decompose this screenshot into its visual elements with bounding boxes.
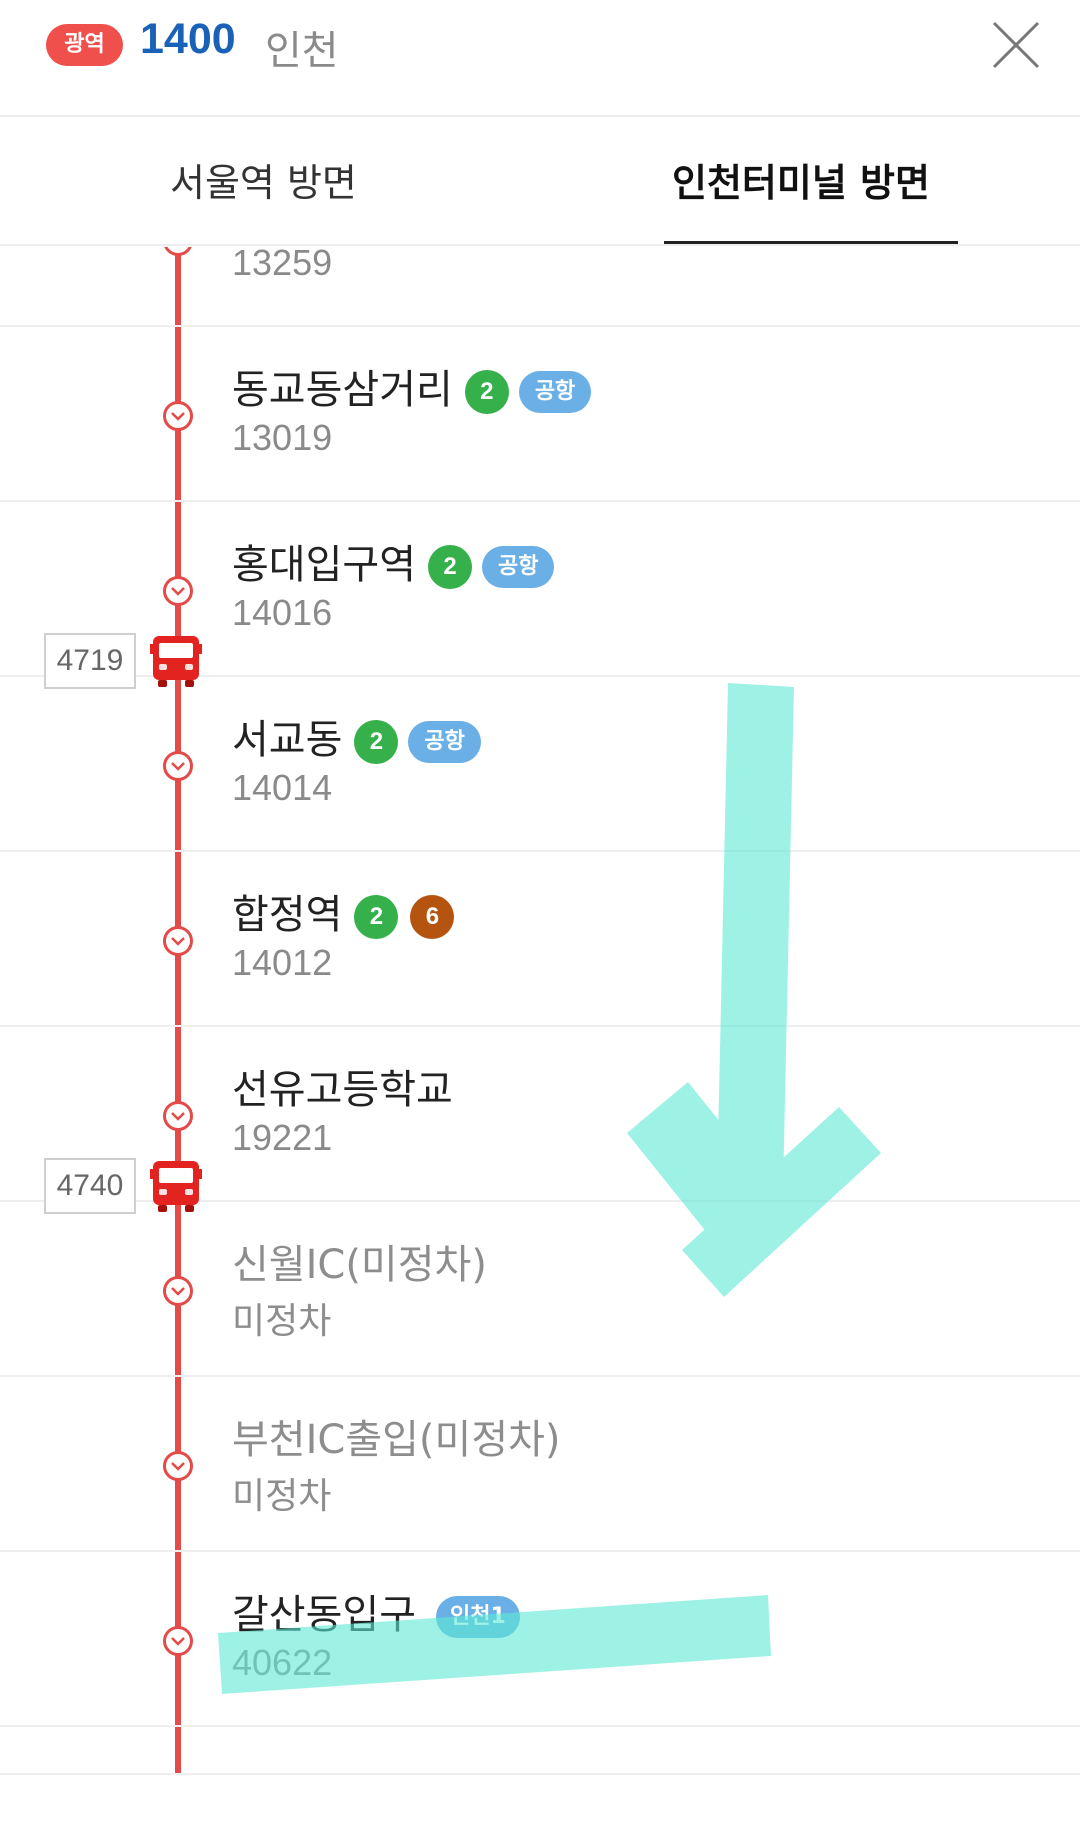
stop-row[interactable]: 합정역 2 6 14012 [0, 852, 1080, 1027]
airport-badge: 공항 [518, 371, 592, 413]
stop-code: 미정차 [232, 1300, 332, 1341]
stop-row[interactable]: 동교동삼거리 2 공항 13019 [0, 327, 1080, 502]
tab-seoul-station[interactable]: 서울역 방면 [170, 152, 357, 207]
direction-tabs: 서울역 방면 인천터미널 방면 [0, 117, 1080, 246]
stop-code: 19221 [232, 1117, 333, 1158]
tab-incheon-terminal[interactable]: 인천터미널 방면 [672, 152, 930, 207]
stop-code: 14014 [232, 767, 333, 808]
stop-name: 갈산동입구 인천1 [232, 1582, 520, 1640]
stop-name: 선유고등학교 [232, 1057, 453, 1115]
close-button[interactable] [988, 17, 1044, 73]
stop-list[interactable]: 213259동교동삼거리2공항13019홍대입구역2공항140164719서교동… [0, 247, 1080, 1773]
stop-name-text: 갈산동입구 [232, 1592, 416, 1638]
route-detail-screen: 광역 1400 인천 서울역 방면 인천터미널 방면 213259동교동삼거리2… [0, 0, 1080, 1823]
stop-name: 부천IC출입(미정차) [232, 1407, 561, 1465]
route-region: 인천 [265, 28, 339, 74]
stop-node-chevron-down-icon [163, 751, 193, 781]
stop-node-chevron-down-icon [163, 926, 193, 956]
stop-name: 합정역 2 6 [232, 882, 455, 940]
subway-line-badge: 2 [464, 370, 509, 414]
stop-code: 40622 [232, 1642, 333, 1683]
airport-badge: 공항 [482, 546, 555, 588]
stop-code: 미정차 [232, 1475, 332, 1516]
stop-name-text: 선유고등학교 [232, 1067, 453, 1113]
stop-row[interactable]: 213259 [0, 247, 1080, 327]
close-icon [992, 21, 1040, 69]
stop-name-text: 합정역 [232, 892, 343, 938]
stop-code: 14012 [232, 942, 333, 983]
active-tab-indicator [664, 241, 958, 244]
stop-name: 서교동 2 공항 [232, 707, 481, 765]
stop-node-chevron-down-icon [163, 1626, 193, 1656]
bottom-bar [0, 1773, 1080, 1823]
stop-node-chevron-down-icon [163, 576, 193, 606]
stop-name-text: 부천IC출입(미정차) [232, 1417, 561, 1463]
stop-name: 신월IC(미정차) [232, 1232, 487, 1290]
stop-code: 13019 [232, 417, 333, 458]
region-badge: 인천1 [436, 1596, 520, 1638]
stop-name-text: 신월IC(미정차) [232, 1242, 487, 1288]
stop-row[interactable]: 신월IC(미정차) 미정차 [0, 1202, 1080, 1377]
stop-name-text: 동교동삼거리 [232, 367, 453, 413]
stop-node-chevron-down-icon [163, 1101, 193, 1131]
route-header: 광역 1400 인천 [0, 0, 1080, 117]
route-type-badge: 광역 [46, 24, 123, 66]
stop-row[interactable]: 부천IC출입(미정차) 미정차 [0, 1377, 1080, 1552]
subway-line-badge: 2 [428, 545, 472, 589]
stop-row[interactable]: 갈산동입구 인천1 40622 [0, 1552, 1080, 1727]
stop-code: 14016 [232, 592, 333, 633]
subway-line-badge: 2 [354, 720, 399, 764]
stop-node-chevron-down-icon [163, 401, 193, 431]
subway-line-badge: 6 [410, 895, 455, 939]
route-number: 1400 [140, 15, 236, 63]
stop-name: 동교동삼거리 2 공항 [232, 357, 592, 415]
stop-node-chevron-down-icon [163, 1451, 193, 1481]
subway-line-badge: 2 [354, 895, 399, 939]
stop-row[interactable]: 서교동 2 공항 14014 [0, 677, 1080, 852]
stop-name-text: 서교동 [232, 717, 343, 763]
airport-badge: 공항 [408, 721, 481, 763]
stop-name-text: 홍대입구역 [232, 542, 416, 588]
stop-name: 홍대입구역 2 공항 [232, 532, 555, 590]
stop-code: 13259 [232, 247, 333, 283]
stop-node-chevron-down-icon [163, 1276, 193, 1306]
